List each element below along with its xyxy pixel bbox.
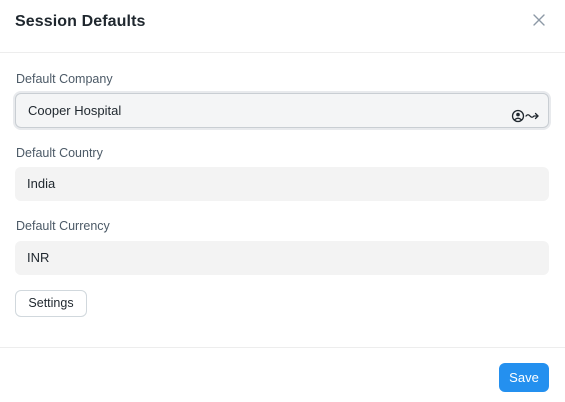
- modal-title: Session Defaults: [15, 13, 146, 30]
- modal-header: Session Defaults: [0, 0, 565, 53]
- country-field-label: Default Country: [16, 146, 103, 160]
- company-field-label: Default Company: [16, 72, 113, 86]
- settings-button[interactable]: Settings: [15, 290, 87, 317]
- company-field-value: Cooper Hospital: [28, 103, 122, 118]
- save-button[interactable]: Save: [499, 363, 549, 392]
- company-field[interactable]: Cooper Hospital: [15, 93, 549, 128]
- currency-field-label: Default Currency: [16, 219, 110, 233]
- country-field-value: India: [27, 176, 56, 191]
- modal-footer: [0, 347, 565, 402]
- session-defaults-modal: Session Defaults Default Company Cooper …: [0, 0, 565, 402]
- currency-field-value: INR: [27, 250, 50, 265]
- currency-field[interactable]: INR: [15, 241, 549, 275]
- country-field[interactable]: India: [15, 167, 549, 201]
- close-button[interactable]: [529, 10, 549, 30]
- close-icon: [529, 10, 549, 30]
- link-arrow-icon[interactable]: [511, 103, 541, 123]
